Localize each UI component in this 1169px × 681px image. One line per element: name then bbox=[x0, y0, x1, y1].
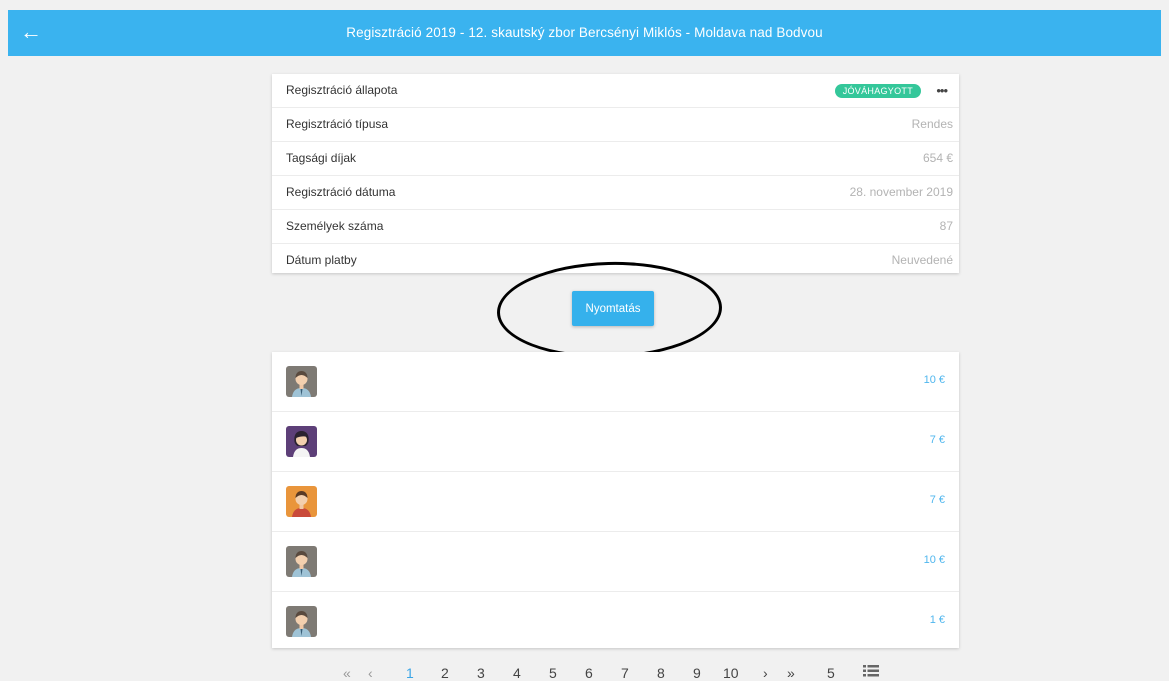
male-avatar-icon bbox=[286, 606, 317, 637]
page-button[interactable]: 2 bbox=[441, 665, 449, 681]
page-button[interactable]: 3 bbox=[477, 665, 485, 681]
page-button[interactable]: 6 bbox=[585, 665, 593, 681]
print-button[interactable]: Nyomtatás bbox=[572, 291, 654, 326]
amount: 7 € bbox=[929, 494, 945, 506]
list-item[interactable]: 1 € bbox=[272, 592, 959, 651]
info-value: 28. november 2019 bbox=[849, 185, 953, 199]
amount: 1 € bbox=[929, 614, 945, 626]
female-avatar-icon bbox=[286, 426, 317, 457]
info-row-date: Regisztráció dátuma 28. november 2019 bbox=[272, 176, 959, 210]
info-value: Rendes bbox=[911, 117, 953, 131]
info-label: Személyek száma bbox=[286, 219, 384, 233]
info-value: 87 bbox=[939, 219, 953, 233]
first-page-button[interactable]: « bbox=[343, 665, 351, 681]
amount: 10 € bbox=[923, 554, 945, 566]
list-icon[interactable] bbox=[863, 664, 879, 680]
list-item[interactable]: 7 € bbox=[272, 412, 959, 472]
next-page-button[interactable]: › bbox=[763, 665, 768, 681]
info-label: Regisztráció dátuma bbox=[286, 185, 396, 199]
page-button[interactable]: 9 bbox=[693, 665, 701, 681]
page-button[interactable]: 7 bbox=[621, 665, 629, 681]
info-label: Tagsági díjak bbox=[286, 151, 357, 165]
page-button[interactable]: 10 bbox=[723, 665, 739, 681]
amount: 10 € bbox=[923, 374, 945, 386]
app-header: ← Regisztráció 2019 - 12. skautský zbor … bbox=[8, 10, 1161, 56]
registration-info-card: Regisztráció állapota JÓVÁHAGYOTT ••• Re… bbox=[272, 74, 959, 273]
info-row-persons: Személyek száma 87 bbox=[272, 210, 959, 244]
info-value: 654 € bbox=[922, 151, 953, 165]
per-page-select[interactable]: 5 bbox=[827, 665, 835, 681]
info-row-type: Regisztráció típusa Rendes bbox=[272, 108, 959, 142]
amount: 7 € bbox=[929, 434, 945, 446]
page-button[interactable]: 8 bbox=[657, 665, 665, 681]
male-avatar-icon bbox=[286, 486, 317, 517]
info-label: Regisztráció típusa bbox=[286, 117, 389, 131]
male-avatar-icon bbox=[286, 366, 317, 397]
people-list: 10 € 7 € 7 € 10 € 1 € bbox=[272, 352, 959, 648]
info-label: Dátum platby bbox=[286, 253, 357, 267]
info-row-status: Regisztráció állapota JÓVÁHAGYOTT ••• bbox=[272, 74, 959, 108]
last-page-button[interactable]: » bbox=[787, 665, 795, 681]
male-avatar-icon bbox=[286, 546, 317, 577]
page-title: Regisztráció 2019 - 12. skautský zbor Be… bbox=[346, 25, 823, 40]
page-button[interactable]: 4 bbox=[513, 665, 521, 681]
more-horizontal-icon[interactable]: ••• bbox=[936, 74, 948, 107]
info-value: Neuvedené bbox=[891, 253, 953, 267]
prev-page-button[interactable]: ‹ bbox=[368, 665, 373, 681]
list-item[interactable]: 10 € bbox=[272, 532, 959, 592]
list-item[interactable]: 7 € bbox=[272, 472, 959, 532]
pagination: « ‹ 1 2 3 4 5 6 7 8 9 10 › » 5 bbox=[272, 662, 959, 681]
list-item[interactable]: 10 € bbox=[272, 352, 959, 412]
info-label: Regisztráció állapota bbox=[286, 83, 398, 97]
status-badge: JÓVÁHAGYOTT bbox=[834, 84, 921, 98]
page-button[interactable]: 1 bbox=[406, 665, 414, 681]
info-row-fees: Tagsági díjak 654 € bbox=[272, 142, 959, 176]
page-button[interactable]: 5 bbox=[549, 665, 557, 681]
info-row-payment-date: Dátum platby Neuvedené bbox=[272, 244, 959, 277]
